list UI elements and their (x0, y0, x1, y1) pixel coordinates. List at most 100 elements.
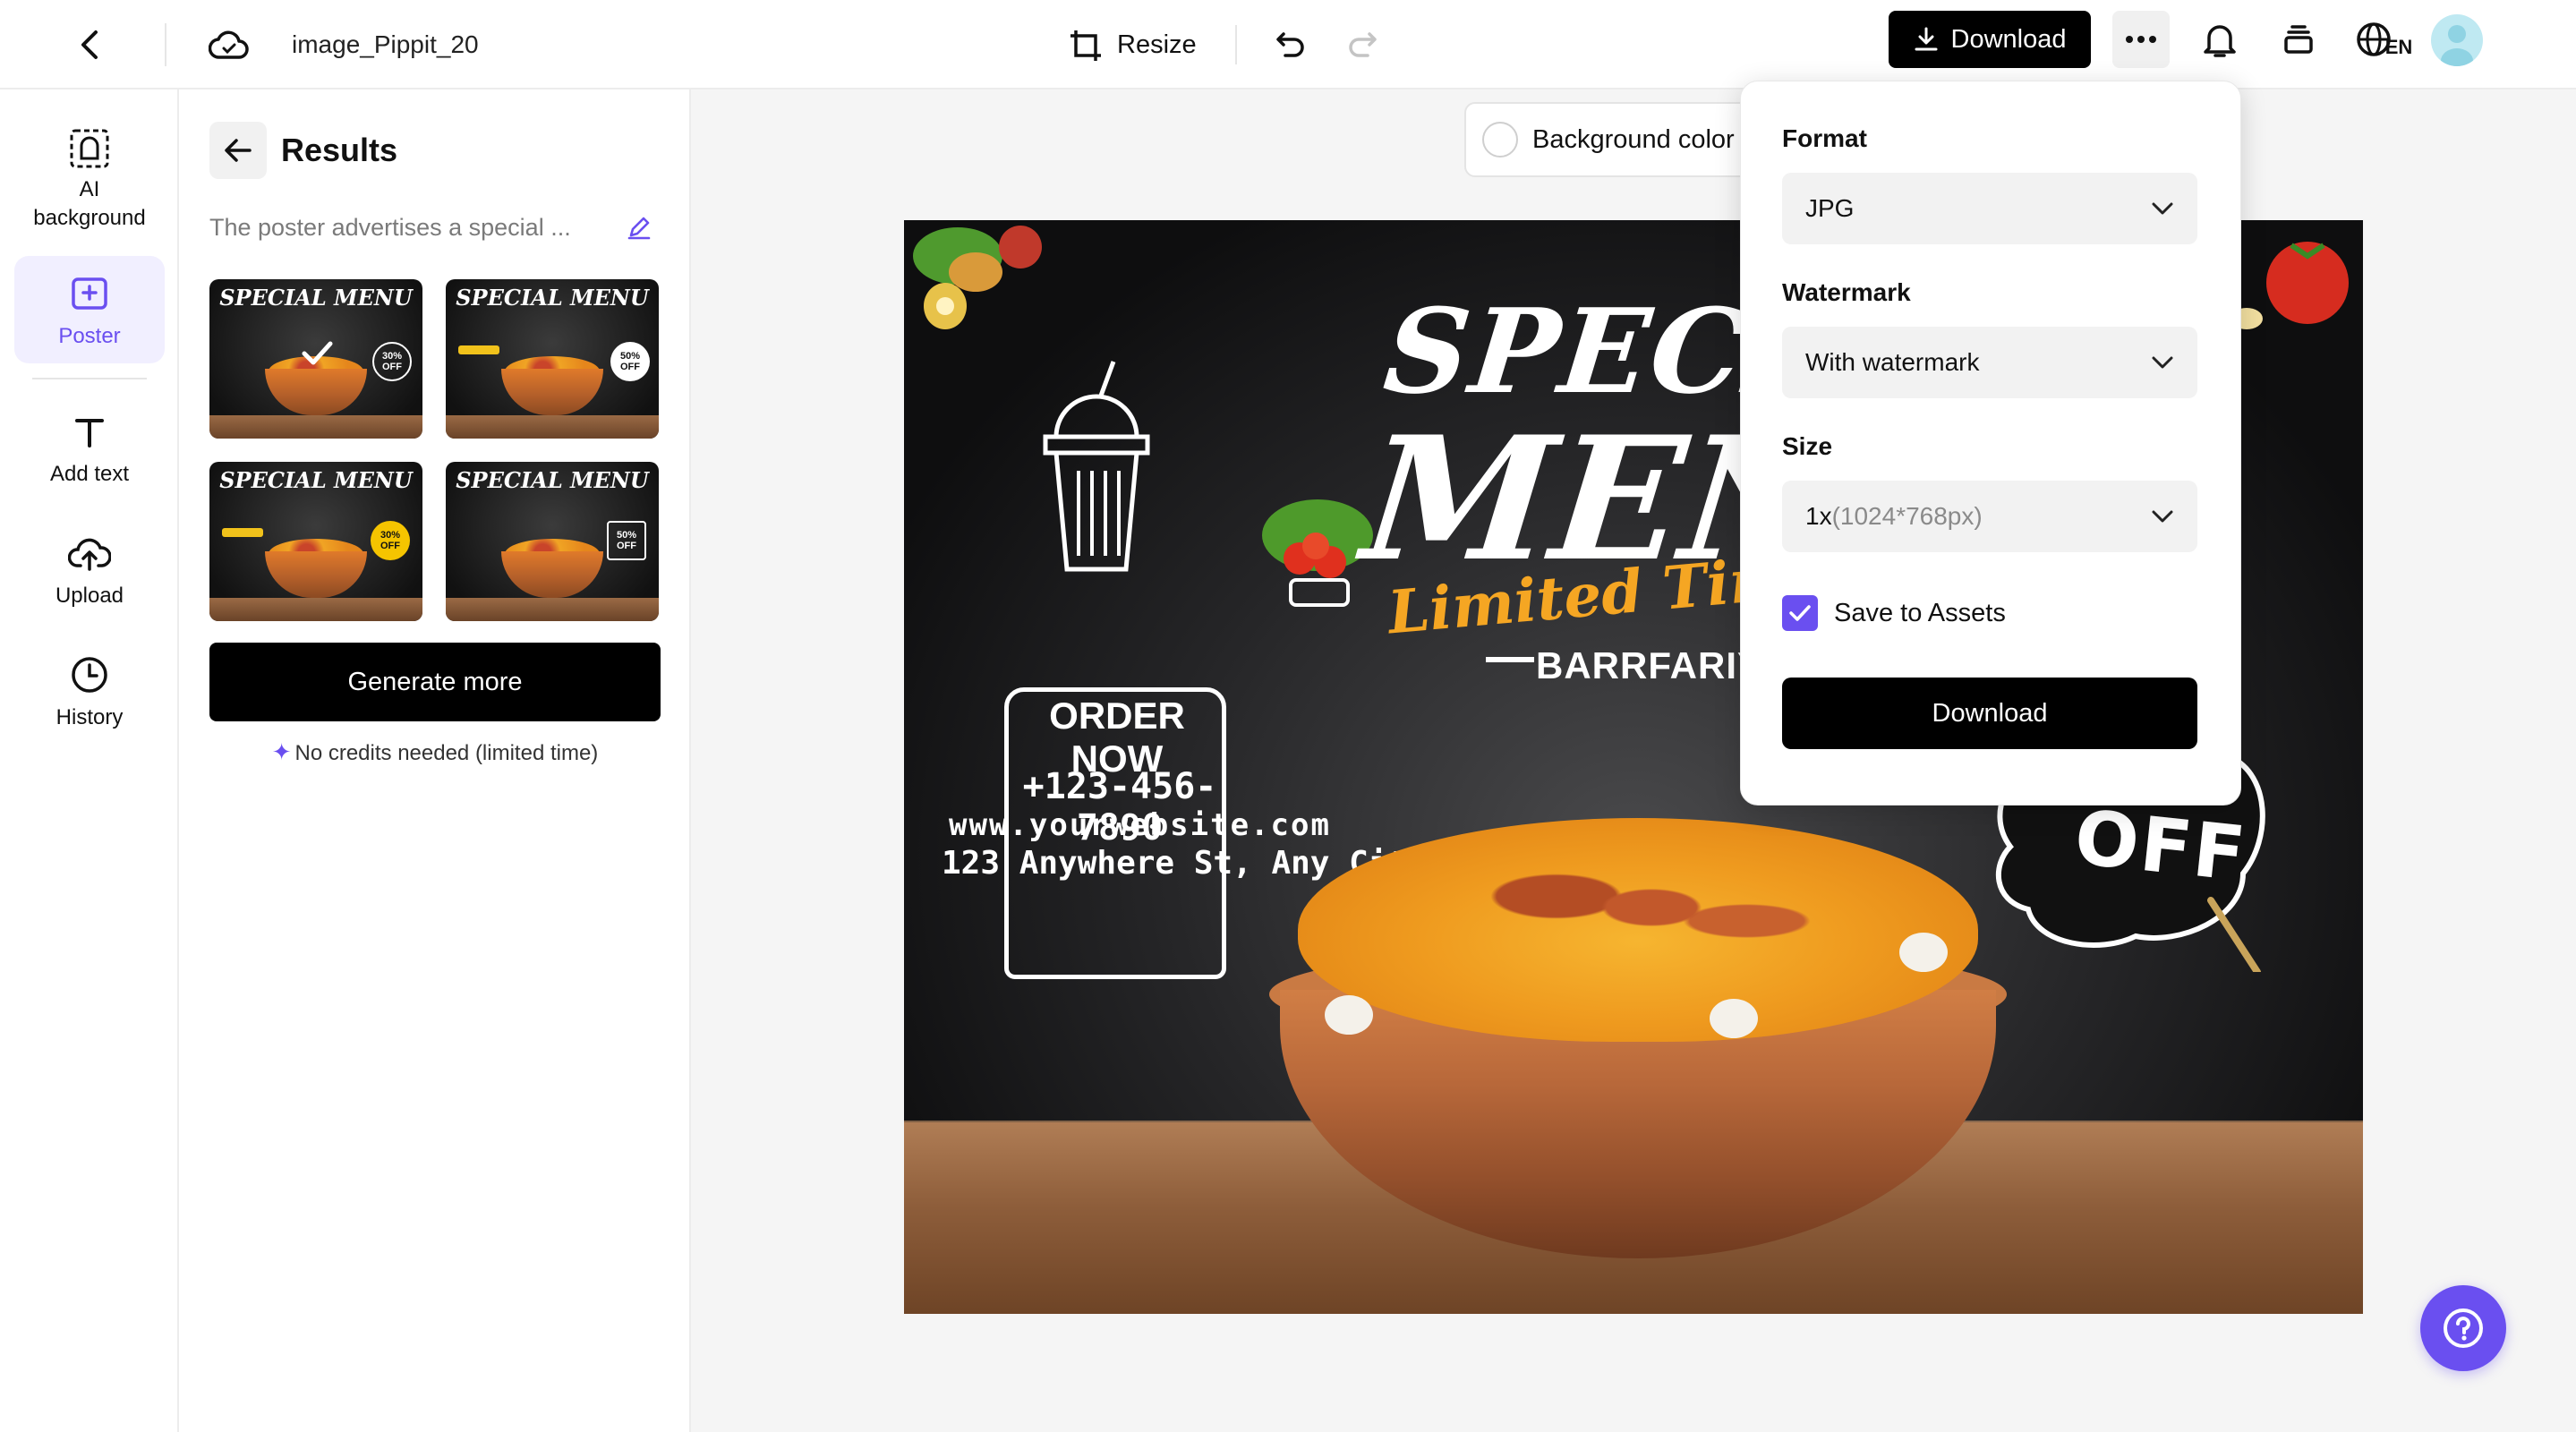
drink-cup-illustration (1043, 361, 1150, 572)
sidebar-item-add-text[interactable]: Add text (14, 394, 165, 492)
watermark-select[interactable]: With watermark (1782, 327, 2197, 398)
divider (165, 23, 166, 66)
sidebar-item-ai-background[interactable]: AI background (14, 111, 165, 245)
thumbnail-table (446, 598, 659, 621)
more-options-icon[interactable] (2112, 11, 2170, 68)
size-value: 1x (1805, 502, 1832, 530)
biryani-rice (1298, 818, 1978, 1042)
thumbnail-tag (222, 528, 263, 537)
size-select[interactable]: 1x(1024*768px) (1782, 481, 2197, 552)
thumbnail-badge: 50% OFF (610, 342, 650, 381)
poster-offer: OFF (2070, 793, 2251, 899)
cloud-sync-icon[interactable] (202, 18, 256, 72)
canvas-area: Background color SPECIA MEN Limited Time… (691, 90, 2576, 1432)
thumbnail-badge: 50% OFF (607, 521, 646, 560)
edit-prompt-icon[interactable] (621, 209, 657, 245)
size-value-group: 1x(1024*768px) (1805, 502, 1983, 531)
watermark-value: With watermark (1805, 348, 1980, 376)
thumbnail-badge: 30% OFF (371, 521, 410, 560)
sidebar-item-label: AI background (33, 177, 146, 230)
save-to-assets-label: Save to Assets (1834, 598, 2006, 627)
egg-garnish (1899, 933, 1948, 972)
thumbnail-title: SPECIAL MENU (219, 467, 413, 493)
language-selector[interactable]: EN (2352, 13, 2415, 66)
poster-brand: BARRFARIY (1536, 644, 1764, 686)
download-icon (1915, 27, 1937, 51)
notification-bell-icon[interactable] (2193, 13, 2247, 66)
text-icon (66, 408, 113, 455)
prompt-preview[interactable]: The poster advertises a special ... (209, 209, 585, 245)
results-back-button[interactable] (209, 122, 267, 179)
vegetables-decoration (913, 226, 1042, 329)
left-sidebar: AI background Poster Add text Upload His… (0, 90, 179, 1432)
sidebar-item-label: Upload (55, 584, 124, 608)
resize-icon (1070, 30, 1101, 61)
resize-button[interactable]: Resize (1069, 18, 1197, 72)
egg-garnish (1710, 999, 1758, 1038)
poster-website: www.yourwebsite.com (949, 807, 1331, 843)
credits-text: No credits needed (limited time) (294, 741, 599, 765)
format-select[interactable]: JPG (1782, 173, 2197, 244)
watermark-label: Watermark (1782, 278, 1911, 306)
sidebar-item-label: History (55, 705, 124, 729)
result-thumbnail[interactable]: SPECIAL MENU 30% OFF (207, 277, 425, 441)
thumbnail-bowl (265, 551, 367, 598)
sparkle-icon: ✦ (271, 738, 292, 765)
divider (1235, 25, 1237, 64)
thumbnail-table (446, 415, 659, 439)
back-icon[interactable] (64, 20, 115, 70)
brand-lines (1486, 657, 1534, 662)
credits-note: ✦ No credits needed (limited time) (209, 736, 661, 770)
thumbnail-bowl (265, 369, 367, 415)
thumbnail-table (209, 598, 422, 621)
download-button[interactable]: Download (1889, 11, 2091, 68)
chevron-down-icon (2152, 356, 2173, 369)
background-color-label: Background color (1532, 124, 1735, 154)
egg-garnish (1325, 995, 1373, 1035)
language-code: EN (2384, 36, 2413, 58)
results-panel: Results The poster advertises a special … (179, 90, 691, 1432)
format-value: JPG (1805, 194, 1855, 222)
confirm-download-button[interactable]: Download (1782, 678, 2197, 749)
result-thumbnail[interactable]: SPECIAL MENU 30% OFF (209, 462, 422, 621)
download-options-panel: Format JPG Watermark With watermark Size… (1740, 81, 2241, 806)
checkbox-checked-icon (1782, 595, 1818, 631)
format-label: Format (1782, 124, 1867, 152)
thumbnail-tag (458, 345, 499, 354)
save-to-assets-checkbox[interactable]: Save to Assets (1782, 595, 2006, 631)
sidebar-item-label: Add text (49, 462, 130, 486)
thumbnail-bowl (501, 369, 603, 415)
resize-label: Resize (1117, 30, 1197, 59)
sidebar-divider (32, 378, 147, 379)
results-title: Results (281, 132, 398, 168)
thumbnail-table (209, 415, 422, 439)
help-button[interactable] (2420, 1285, 2506, 1371)
size-label: Size (1782, 432, 1833, 460)
thumbnail-title: SPECIAL MENU (219, 285, 413, 311)
result-thumbnail[interactable]: SPECIAL MENU 50% OFF (446, 462, 659, 621)
sidebar-item-history[interactable]: History (14, 637, 165, 736)
undo-icon[interactable] (1264, 18, 1318, 72)
file-name[interactable]: image_Pippit_20 (292, 25, 479, 64)
redo-icon[interactable] (1335, 18, 1389, 72)
arrow-left-icon (225, 139, 252, 162)
upload-icon (66, 530, 113, 576)
top-bar: image_Pippit_20 Resize Download EN (0, 0, 2576, 90)
sidebar-item-label: Poster (58, 324, 121, 348)
history-icon (66, 652, 113, 698)
question-icon (2444, 1308, 2483, 1348)
thumbnail-badge: 30% OFF (372, 342, 412, 381)
tomato-decoration (2231, 242, 2349, 329)
chevron-down-icon (2152, 510, 2173, 523)
generate-more-button[interactable]: Generate more (209, 643, 661, 721)
size-detail: (1024*768px) (1831, 502, 1983, 530)
layers-stack-icon[interactable] (2272, 13, 2325, 66)
sidebar-item-poster[interactable]: Poster (14, 256, 165, 363)
result-thumbnail[interactable]: SPECIAL MENU 50% OFF (446, 279, 659, 439)
thumbnail-title: SPECIAL MENU (456, 467, 649, 493)
chevron-down-icon (2152, 202, 2173, 215)
poster-icon (66, 270, 113, 317)
avatar[interactable] (2431, 14, 2483, 66)
thumbnail-bowl (501, 551, 603, 598)
sidebar-item-upload[interactable]: Upload (14, 516, 165, 614)
